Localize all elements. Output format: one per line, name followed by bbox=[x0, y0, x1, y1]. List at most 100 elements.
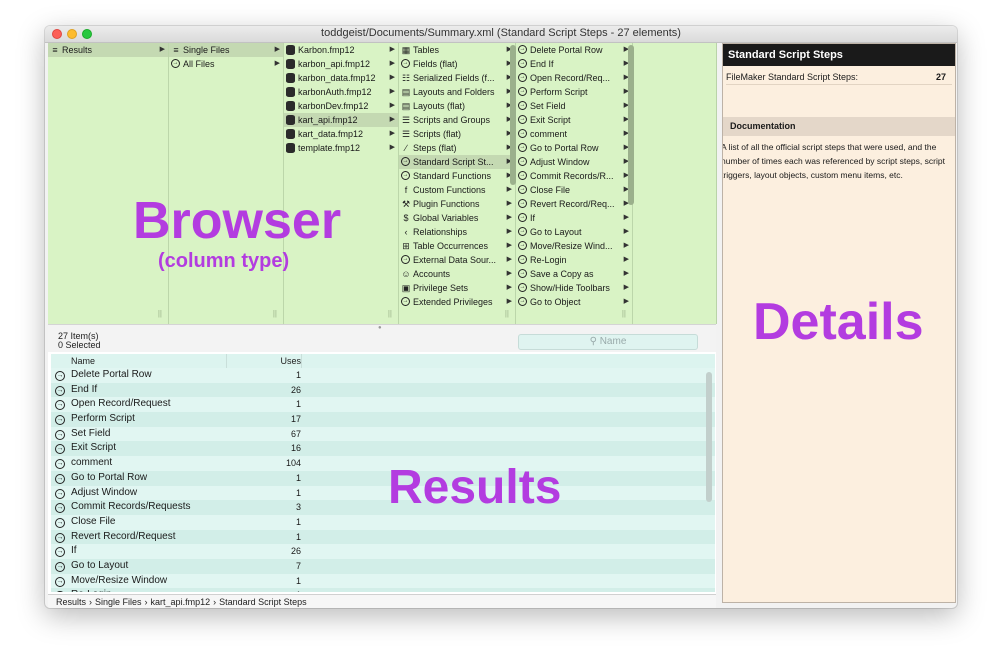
browser-item-file-group[interactable]: ≡ Single Files ▶ bbox=[169, 43, 283, 57]
browser-column-1[interactable]: ≡ Results ▶ || bbox=[48, 43, 169, 324]
table-row[interactable]: → comment 104 bbox=[51, 456, 715, 471]
column-resize-handle[interactable]: || bbox=[388, 309, 392, 318]
browser-item-category[interactable]: ☺ Accounts ▶ bbox=[399, 267, 515, 281]
browser-item-script-step[interactable]: → End If ▶ bbox=[516, 57, 632, 71]
table-row[interactable]: → Adjust Window 1 bbox=[51, 485, 715, 501]
table-row[interactable]: → Perform Script 17 bbox=[51, 412, 715, 427]
table-row[interactable]: → Commit Records/Requests 3 bbox=[51, 500, 715, 515]
row-uses: 1 bbox=[295, 516, 301, 527]
database-icon bbox=[286, 129, 295, 139]
browser-item-category[interactable]: ▦Tables▶ bbox=[399, 43, 515, 57]
title-bar[interactable]: toddgeist/Documents/Summary.xml (Standar… bbox=[45, 26, 957, 43]
chevron-right-icon: ▶ bbox=[389, 60, 395, 67]
browser-item-script-step[interactable]: → Exit Script ▶ bbox=[516, 113, 632, 127]
browser-item-file[interactable]: karbonDev.fmp12 ▶ bbox=[284, 99, 398, 113]
browser-item-script-step[interactable]: → Go to Layout ▶ bbox=[516, 225, 632, 239]
browser-item-category[interactable]: ▣ Privilege Sets ▶ bbox=[399, 281, 515, 295]
uses-column-header[interactable]: Uses bbox=[227, 354, 302, 368]
table-row[interactable]: → Go to Layout 7 bbox=[51, 558, 715, 574]
browser-column-2[interactable]: ≡ Single Files ▶ → All Files ▶ || bbox=[169, 43, 284, 324]
column-resize-handle[interactable]: || bbox=[505, 309, 509, 318]
browser-item-category[interactable]: $ Global Variables ▶ bbox=[399, 211, 515, 225]
table-row[interactable]: → End If 26 bbox=[51, 382, 715, 398]
browser-column-5[interactable]: → Delete Portal Row ▶ → End If ▶ → Open Record/… bbox=[516, 43, 633, 324]
arrow-circle-icon: → bbox=[518, 255, 527, 264]
column-resize-handle[interactable]: || bbox=[622, 309, 626, 318]
browser-item-script-step[interactable]: → If ▶ bbox=[516, 211, 632, 225]
browser-item-script-step[interactable]: → Close File ▶ bbox=[516, 183, 632, 197]
browser-item-script-step[interactable]: → Adjust Window ▶ bbox=[516, 155, 632, 169]
results-scrollbar[interactable] bbox=[706, 372, 712, 502]
arrow-circle-icon: → bbox=[401, 255, 410, 264]
browser-item-script-step[interactable]: → Open Record/Req... ▶ bbox=[516, 71, 632, 85]
browser-item-script-step[interactable]: → Move/Resize Wind... ▶ bbox=[516, 239, 632, 253]
browser-item-category[interactable]: →Standard Functions▶ bbox=[399, 169, 515, 183]
browser-item-label: Save a Copy as bbox=[530, 269, 594, 279]
browser-item-category[interactable]: →Standard Script St...▶ bbox=[399, 155, 515, 169]
browser-item-script-step[interactable]: → Set Field ▶ bbox=[516, 99, 632, 113]
browser-item-file[interactable]: karbonAuth.fmp12 ▶ bbox=[284, 85, 398, 99]
browser-item-category[interactable]: ∕Steps (flat)▶ bbox=[399, 141, 515, 155]
browser-column-4[interactable]: ▦Tables▶→Fields (flat)▶☷Serialized Field… bbox=[399, 43, 516, 324]
name-column-header[interactable]: Name bbox=[71, 354, 227, 368]
browser-item-category[interactable]: ☰Scripts (flat)▶ bbox=[399, 127, 515, 141]
table-row[interactable]: → Set Field 67 bbox=[51, 426, 715, 442]
browser-column-6[interactable] bbox=[633, 43, 716, 324]
table-row[interactable]: → Re-Login 1 bbox=[51, 588, 715, 592]
browser-item-file[interactable]: karbon_data.fmp12 ▶ bbox=[284, 71, 398, 85]
browser-item-label: Global Variables bbox=[413, 213, 479, 223]
browser-item-script-step[interactable]: → comment ▶ bbox=[516, 127, 632, 141]
browser-column-3[interactable]: Karbon.fmp12 ▶ karbon_api.fmp12 ▶ karbon_dat… bbox=[284, 43, 399, 324]
table-row[interactable]: → Go to Portal Row 1 bbox=[51, 470, 715, 486]
table-row[interactable]: → Move/Resize Window 1 bbox=[51, 573, 715, 589]
browser-item-category[interactable]: ▤Layouts and Folders▶ bbox=[399, 85, 515, 99]
chevron-right-icon: ▶ bbox=[623, 270, 629, 277]
browser-item-file[interactable]: kart_data.fmp12 ▶ bbox=[284, 127, 398, 141]
browser-item-category[interactable]: → External Data Sour... ▶ bbox=[399, 253, 515, 267]
table-row[interactable]: → Close File 1 bbox=[51, 514, 715, 530]
browser-item-category[interactable]: →Fields (flat)▶ bbox=[399, 57, 515, 71]
browser-item-category[interactable]: ⊞ Table Occurrences ▶ bbox=[399, 239, 515, 253]
browser-item-script-step[interactable]: → Delete Portal Row ▶ bbox=[516, 43, 632, 57]
browser-item-script-step[interactable]: → Show/Hide Toolbars ▶ bbox=[516, 281, 632, 295]
browser-item-category[interactable]: ‹ Relationships ▶ bbox=[399, 225, 515, 239]
browser-item-script-step[interactable]: → Go to Object ▶ bbox=[516, 295, 632, 309]
breadcrumb-item[interactable]: kart_api.fmp12 bbox=[151, 595, 211, 608]
row-name: Revert Record/Request bbox=[71, 530, 176, 542]
browser-item-category[interactable]: f Custom Functions ▶ bbox=[399, 183, 515, 197]
table-row[interactable]: → Delete Portal Row 1 bbox=[51, 368, 715, 383]
breadcrumb-item[interactable]: Single Files bbox=[95, 595, 142, 608]
arrow-circle-icon: → bbox=[55, 532, 65, 543]
table-row[interactable]: → Exit Script 16 bbox=[51, 441, 715, 457]
browser-item-script-step[interactable]: → Save a Copy as ▶ bbox=[516, 267, 632, 281]
browser-item-file[interactable]: Karbon.fmp12 ▶ bbox=[284, 43, 398, 57]
browser-item-category[interactable]: ⚒ Plugin Functions ▶ bbox=[399, 197, 515, 211]
row-name: Go to Layout bbox=[71, 559, 129, 571]
arrow-circle-icon: → bbox=[55, 415, 65, 426]
search-input[interactable]: ⚲ Name bbox=[518, 334, 698, 350]
browser-item-category[interactable]: → Extended Privileges ▶ bbox=[399, 295, 515, 309]
results-list[interactable]: → Delete Portal Row 1 → End If 26 → Open Record… bbox=[51, 368, 715, 592]
breadcrumb-item[interactable]: Results bbox=[56, 595, 86, 608]
breadcrumb-item[interactable]: Standard Script Steps bbox=[219, 595, 307, 608]
browser-item-script-step[interactable]: → Commit Records/R... ▶ bbox=[516, 169, 632, 183]
table-row[interactable]: → Open Record/Request 1 bbox=[51, 397, 715, 413]
browser-item-category[interactable]: ☷Serialized Fields (f...▶ bbox=[399, 71, 515, 85]
browser-item-script-step[interactable]: → Revert Record/Req... ▶ bbox=[516, 197, 632, 211]
table-row[interactable]: → If 26 bbox=[51, 544, 715, 559]
browser-item-file-group[interactable]: → All Files ▶ bbox=[169, 57, 283, 71]
table-row[interactable]: → Revert Record/Request 1 bbox=[51, 529, 715, 545]
database-icon bbox=[286, 115, 295, 125]
browser-item-script-step[interactable]: → Re-Login ▶ bbox=[516, 253, 632, 267]
browser-item-file[interactable]: karbon_api.fmp12 ▶ bbox=[284, 57, 398, 71]
column-resize-handle[interactable]: || bbox=[158, 309, 162, 318]
browser-item-file[interactable]: kart_api.fmp12 ▶ bbox=[284, 113, 398, 127]
browser-item-results[interactable]: ≡ Results ▶ bbox=[48, 43, 168, 57]
browser-item-script-step[interactable]: → Go to Portal Row ▶ bbox=[516, 141, 632, 155]
column-resize-handle[interactable]: || bbox=[273, 309, 277, 318]
browser-item-script-step[interactable]: → Perform Script ▶ bbox=[516, 85, 632, 99]
browser-item-category[interactable]: ☰Scripts and Groups▶ bbox=[399, 113, 515, 127]
browser-item-file[interactable]: template.fmp12 ▶ bbox=[284, 141, 398, 155]
row-name: Open Record/Request bbox=[71, 398, 171, 410]
browser-item-category[interactable]: ▤Layouts (flat)▶ bbox=[399, 99, 515, 113]
